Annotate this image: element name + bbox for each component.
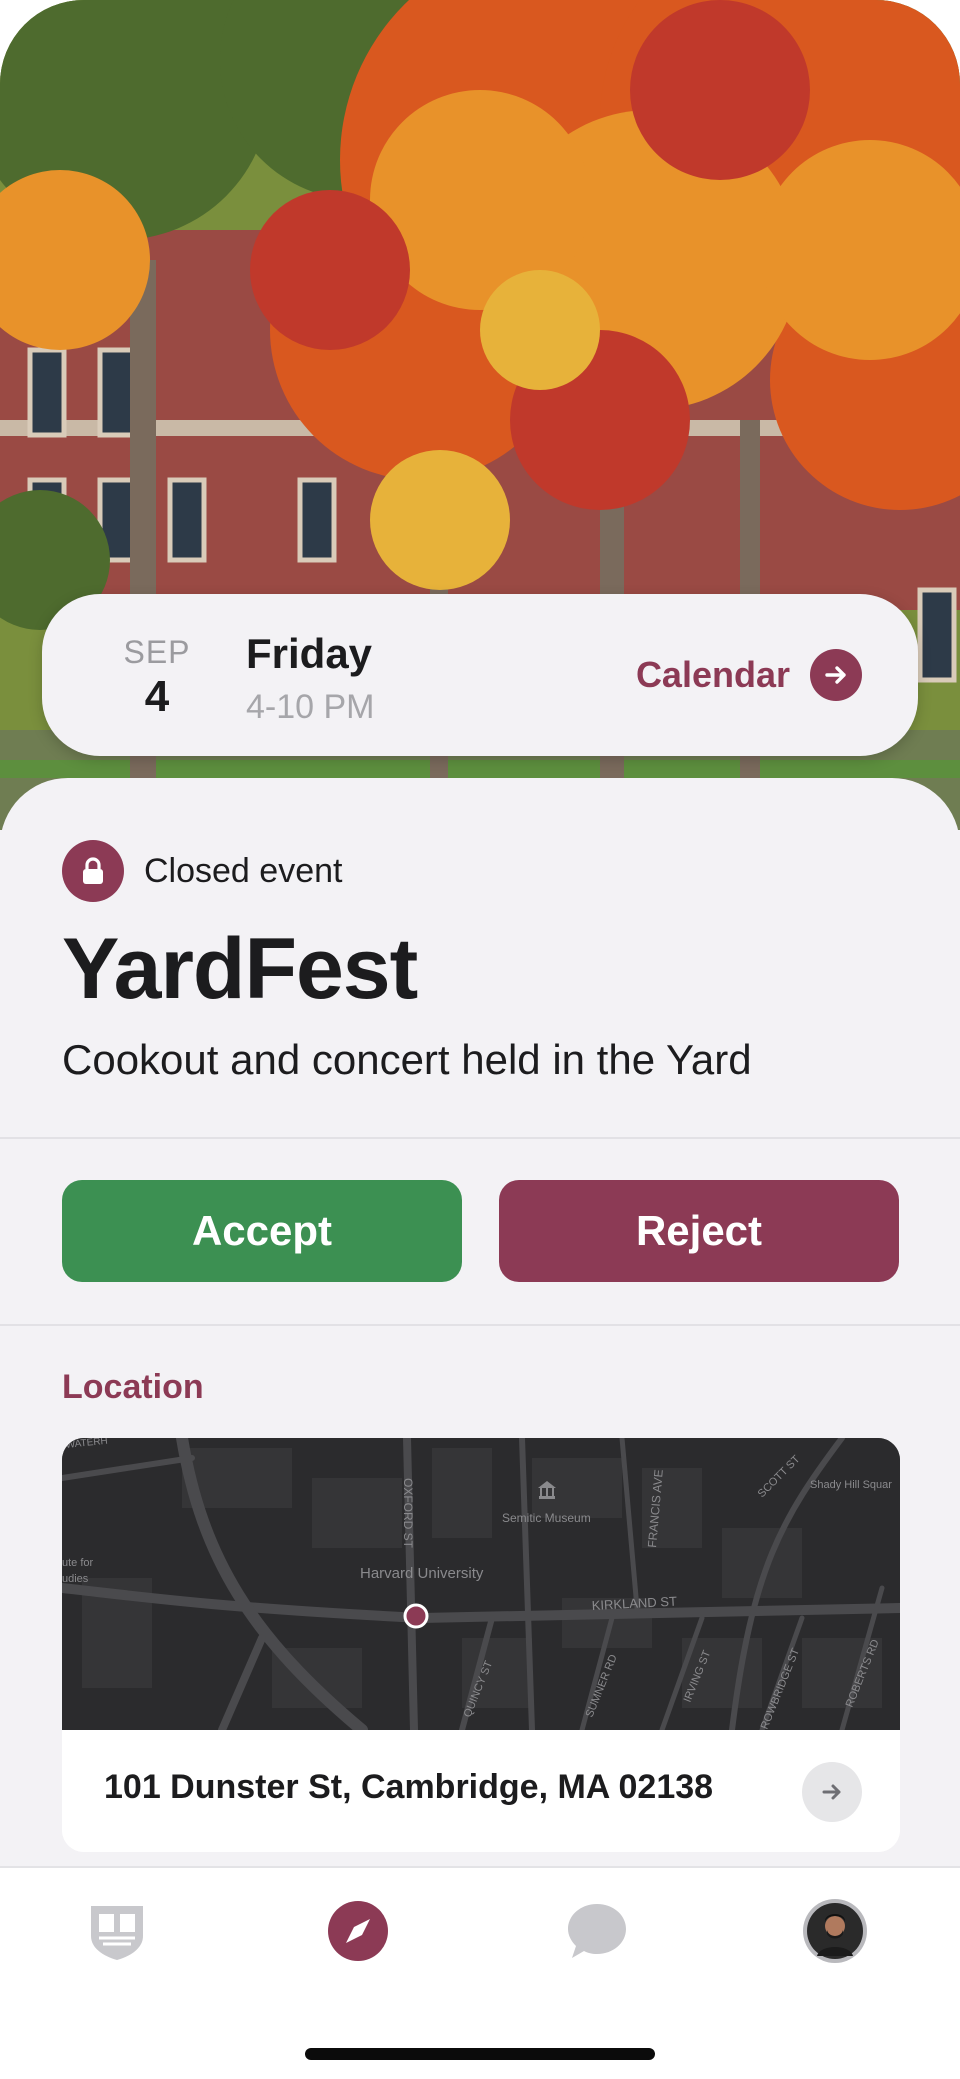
location-card[interactable]: Harvard University Semitic Museum KIRKLA… — [62, 1438, 900, 1852]
map-label-shady: Shady Hill Squar — [810, 1479, 892, 1491]
lock-icon — [62, 840, 124, 902]
event-date-card: SEP 4 Friday 4-10 PM Calendar — [42, 594, 918, 756]
map-label-harvard: Harvard University — [360, 1565, 484, 1582]
location-pin-icon — [403, 1603, 429, 1629]
location-heading: Location — [62, 1368, 204, 1406]
newspaper-icon[interactable] — [84, 1898, 150, 1964]
event-time-range: 4-10 PM — [246, 688, 375, 726]
directions-arrow-icon[interactable] — [802, 1762, 862, 1822]
bottom-tab-bar — [0, 1866, 960, 2079]
divider — [0, 1137, 960, 1139]
location-map[interactable]: Harvard University Semitic Museum KIRKLA… — [62, 1438, 900, 1730]
address-row[interactable]: 101 Dunster St, Cambridge, MA 02138 — [62, 1730, 900, 1852]
event-address: 101 Dunster St, Cambridge, MA 02138 — [104, 1768, 714, 1806]
calendar-button[interactable]: Calendar — [636, 649, 862, 701]
event-detail-screen: SEP 4 Friday 4-10 PM Calendar Closed eve… — [0, 0, 960, 2079]
reject-button[interactable]: Reject — [499, 1180, 899, 1282]
event-description: Cookout and concert held in the Yard — [62, 1036, 752, 1083]
map-label-semitic: Semitic Museum — [502, 1511, 591, 1525]
date-month: SEP — [123, 634, 191, 670]
profile-avatar[interactable] — [802, 1898, 868, 1964]
closed-event-badge: Closed event — [62, 840, 342, 902]
date-day: 4 — [144, 672, 170, 721]
closed-event-label: Closed event — [144, 851, 343, 890]
arrow-right-icon — [810, 649, 862, 701]
divider — [0, 1324, 960, 1326]
calendar-label: Calendar — [635, 654, 790, 695]
compass-icon[interactable] — [325, 1898, 391, 1964]
accept-button[interactable]: Accept — [62, 1180, 462, 1282]
map-label-studies-1: ute for — [62, 1557, 94, 1569]
home-indicator — [305, 2048, 655, 2060]
date-weekday: Friday — [246, 630, 373, 677]
chat-bubble-icon[interactable] — [564, 1898, 630, 1964]
map-label-studies-2: udies — [62, 1573, 89, 1585]
event-title: YardFest — [62, 921, 418, 1017]
map-label-oxford: OXFORD ST — [401, 1478, 415, 1549]
